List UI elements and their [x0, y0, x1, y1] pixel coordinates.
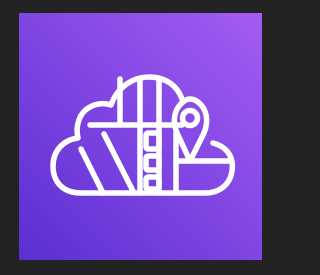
cloud-location-map-icon: [19, 13, 262, 260]
screenshot-frame: [0, 0, 271, 275]
app-icon-tile: [19, 13, 262, 260]
